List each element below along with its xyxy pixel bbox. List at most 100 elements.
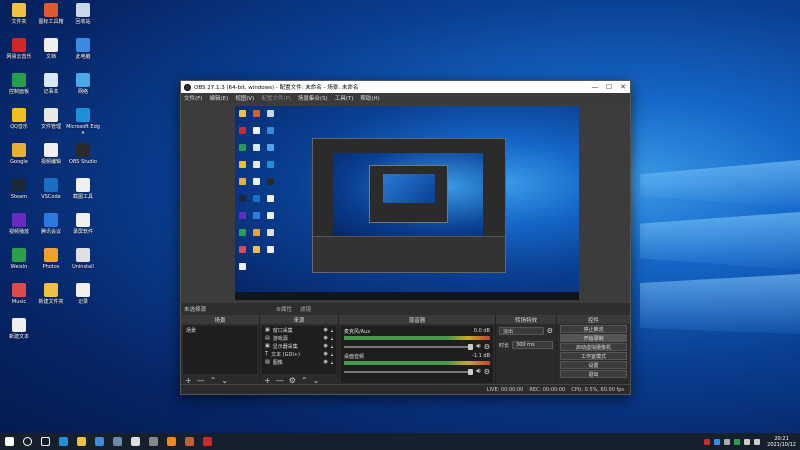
desktop-icon[interactable]: 视频播放 bbox=[2, 213, 36, 235]
source-item[interactable]: T 文本 (GDI+) ◉ 🔒︎ bbox=[262, 350, 336, 358]
control-button[interactable]: 设置 bbox=[560, 361, 627, 369]
desktop-icon[interactable]: Uninstall bbox=[66, 248, 100, 270]
taskbar-search[interactable] bbox=[18, 433, 36, 450]
visibility-eye-icon[interactable]: ◉ bbox=[323, 359, 327, 365]
desktop-icon[interactable]: Google bbox=[2, 143, 36, 165]
speaker-icon[interactable]: 🔊︎ bbox=[476, 367, 480, 376]
lock-icon[interactable]: 🔒︎ bbox=[331, 344, 333, 349]
speaker-icon[interactable]: 🔊︎ bbox=[476, 342, 480, 351]
obs-titlebar[interactable]: OBS 27.1.3 (64-bit, windows) - 配置文件: 未命名… bbox=[181, 81, 630, 93]
desktop-icon[interactable]: 文档 bbox=[34, 38, 68, 60]
app-icon bbox=[12, 248, 26, 262]
desktop-icon[interactable]: 图标工具箱 bbox=[34, 3, 68, 25]
desktop-icon[interactable]: Photos bbox=[34, 248, 68, 270]
menu-tools[interactable]: 工具(T) bbox=[335, 94, 354, 102]
desktop-icon[interactable]: VSCode bbox=[34, 178, 68, 200]
lock-icon[interactable]: 🔒︎ bbox=[331, 328, 333, 333]
desktop-icon[interactable]: QQ音乐 bbox=[2, 108, 36, 130]
desktop-icon[interactable]: OBS Studio bbox=[66, 143, 100, 165]
preview-canvas[interactable] bbox=[235, 106, 579, 300]
scene-item[interactable]: 场景 bbox=[183, 326, 257, 334]
taskbar-task-view[interactable] bbox=[36, 433, 54, 450]
tray-app-icon[interactable] bbox=[724, 438, 731, 445]
transition-select[interactable]: 淡出 bbox=[499, 327, 544, 335]
volume-slider-handle[interactable] bbox=[468, 343, 474, 350]
taskbar-netease[interactable] bbox=[198, 433, 216, 450]
taskbar-start[interactable] bbox=[0, 433, 18, 450]
control-button[interactable]: 开始录制 bbox=[560, 334, 627, 342]
duration-input[interactable]: 300 ms bbox=[512, 341, 553, 349]
taskbar-clock[interactable]: 20:21 2021/10/12 bbox=[767, 436, 796, 448]
menu-file[interactable]: 文件(F) bbox=[184, 94, 202, 102]
taskbar-obs[interactable] bbox=[126, 433, 144, 450]
menu-help[interactable]: 帮助(H) bbox=[360, 94, 379, 102]
desktop-icon[interactable]: Steam bbox=[2, 178, 36, 200]
desktop-icon[interactable]: 文件管理 bbox=[34, 108, 68, 130]
volume-meter bbox=[344, 361, 490, 365]
desktop-icon[interactable]: 网易云音乐 bbox=[2, 38, 36, 60]
obs-window[interactable]: OBS 27.1.3 (64-bit, windows) - 配置文件: 未命名… bbox=[180, 80, 631, 395]
source-item[interactable]: ▨ 图像 ◉ 🔒︎ bbox=[262, 358, 336, 366]
obs-preview-area[interactable] bbox=[181, 103, 630, 303]
menu-view[interactable]: 视图(V) bbox=[235, 94, 254, 102]
taskbar-steam[interactable] bbox=[108, 433, 126, 450]
desktop-icon[interactable]: 文件夹 bbox=[2, 3, 36, 25]
close-button[interactable]: ✕ bbox=[616, 83, 630, 91]
taskbar-chart[interactable] bbox=[90, 433, 108, 450]
desktop-icon[interactable]: 此电脑 bbox=[66, 38, 100, 60]
taskbar-game[interactable] bbox=[180, 433, 198, 450]
visibility-eye-icon[interactable]: ◉ bbox=[323, 351, 327, 357]
control-button[interactable]: 工作室模式 bbox=[560, 352, 627, 360]
lock-icon[interactable]: 🔒︎ bbox=[331, 336, 333, 341]
tray-app-icon[interactable] bbox=[734, 438, 741, 445]
source-item[interactable]: ▣ 显示器采集 ◉ 🔒︎ bbox=[262, 342, 336, 350]
desktop-icon[interactable]: 录屏软件 bbox=[66, 213, 100, 235]
source-item[interactable]: ▣ 窗口采集 ◉ 🔒︎ bbox=[262, 326, 336, 334]
menu-edit[interactable]: 编辑(E) bbox=[209, 94, 228, 102]
channel-settings-icon[interactable]: ⚙ bbox=[484, 368, 490, 376]
taskbar-app[interactable] bbox=[144, 433, 162, 450]
desktop-icon[interactable]: Music bbox=[2, 283, 36, 305]
desktop-icon[interactable]: 回收站 bbox=[66, 3, 100, 25]
taskbar-orange-app[interactable] bbox=[162, 433, 180, 450]
taskbar-edge[interactable] bbox=[54, 433, 72, 450]
desktop-icon[interactable]: 新建文件夹 bbox=[34, 283, 68, 305]
taskbar-file-explorer[interactable] bbox=[72, 433, 90, 450]
menu-scene-collection[interactable]: 场景集合(S) bbox=[298, 94, 328, 102]
visibility-eye-icon[interactable]: ◉ bbox=[323, 343, 327, 349]
network-icon[interactable] bbox=[744, 438, 751, 445]
desktop-icon[interactable]: 腾讯会议 bbox=[34, 213, 68, 235]
lock-icon[interactable]: 🔒︎ bbox=[331, 360, 333, 365]
source-item[interactable]: ▤ 游戏源 ◉ 🔒︎ bbox=[262, 334, 336, 342]
visibility-eye-icon[interactable]: ◉ bbox=[323, 335, 327, 341]
desktop-icon[interactable]: 记事本 bbox=[34, 73, 68, 95]
desktop-icon[interactable]: Weixin bbox=[2, 248, 36, 270]
volume-icon[interactable] bbox=[754, 438, 761, 445]
control-button[interactable]: 停止推流 bbox=[560, 325, 627, 333]
desktop-icon[interactable]: Microsoft Edge bbox=[66, 108, 100, 136]
volume-slider[interactable] bbox=[344, 368, 474, 375]
volume-slider-handle[interactable] bbox=[468, 368, 474, 375]
desktop-icon[interactable]: 记录 bbox=[66, 283, 100, 305]
desktop-icon[interactable]: 截图工具 bbox=[66, 178, 100, 200]
tray-app-icon[interactable] bbox=[714, 438, 721, 445]
control-button[interactable]: 启动虚拟摄像机 bbox=[560, 343, 627, 351]
desktop-icon[interactable]: 控制面板 bbox=[2, 73, 36, 95]
minimize-button[interactable]: — bbox=[588, 83, 602, 91]
desktop-icon[interactable]: 网络 bbox=[66, 73, 100, 95]
filters-button[interactable]: 滤镜 bbox=[300, 305, 311, 313]
control-button[interactable]: 退出 bbox=[560, 370, 627, 378]
lock-icon[interactable]: 🔒︎ bbox=[331, 352, 333, 357]
properties-button[interactable]: ⚙属性 bbox=[276, 305, 292, 313]
tray-app-icon[interactable] bbox=[704, 438, 711, 445]
transition-settings-icon[interactable]: ⚙ bbox=[547, 327, 553, 335]
desktop-icon[interactable]: 视频编辑 bbox=[34, 143, 68, 165]
volume-slider[interactable] bbox=[344, 343, 474, 350]
menu-profile[interactable]: 配置文件(P) bbox=[261, 94, 291, 102]
desktop-icon[interactable]: 新建文本 bbox=[2, 318, 36, 340]
channel-settings-icon[interactable]: ⚙ bbox=[484, 343, 490, 351]
sources-list[interactable]: ▣ 窗口采集 ◉ 🔒︎ ▤ 游戏源 ◉ 🔒︎ ▣ 显示器采集 ◉ 🔒︎ T 文本 (GDI+) ◉ 🔒︎ ▨ 图像… bbox=[262, 326, 336, 374]
scenes-list[interactable]: 场景 bbox=[183, 326, 257, 374]
maximize-button[interactable]: ☐ bbox=[602, 83, 616, 91]
visibility-eye-icon[interactable]: ◉ bbox=[323, 327, 327, 333]
